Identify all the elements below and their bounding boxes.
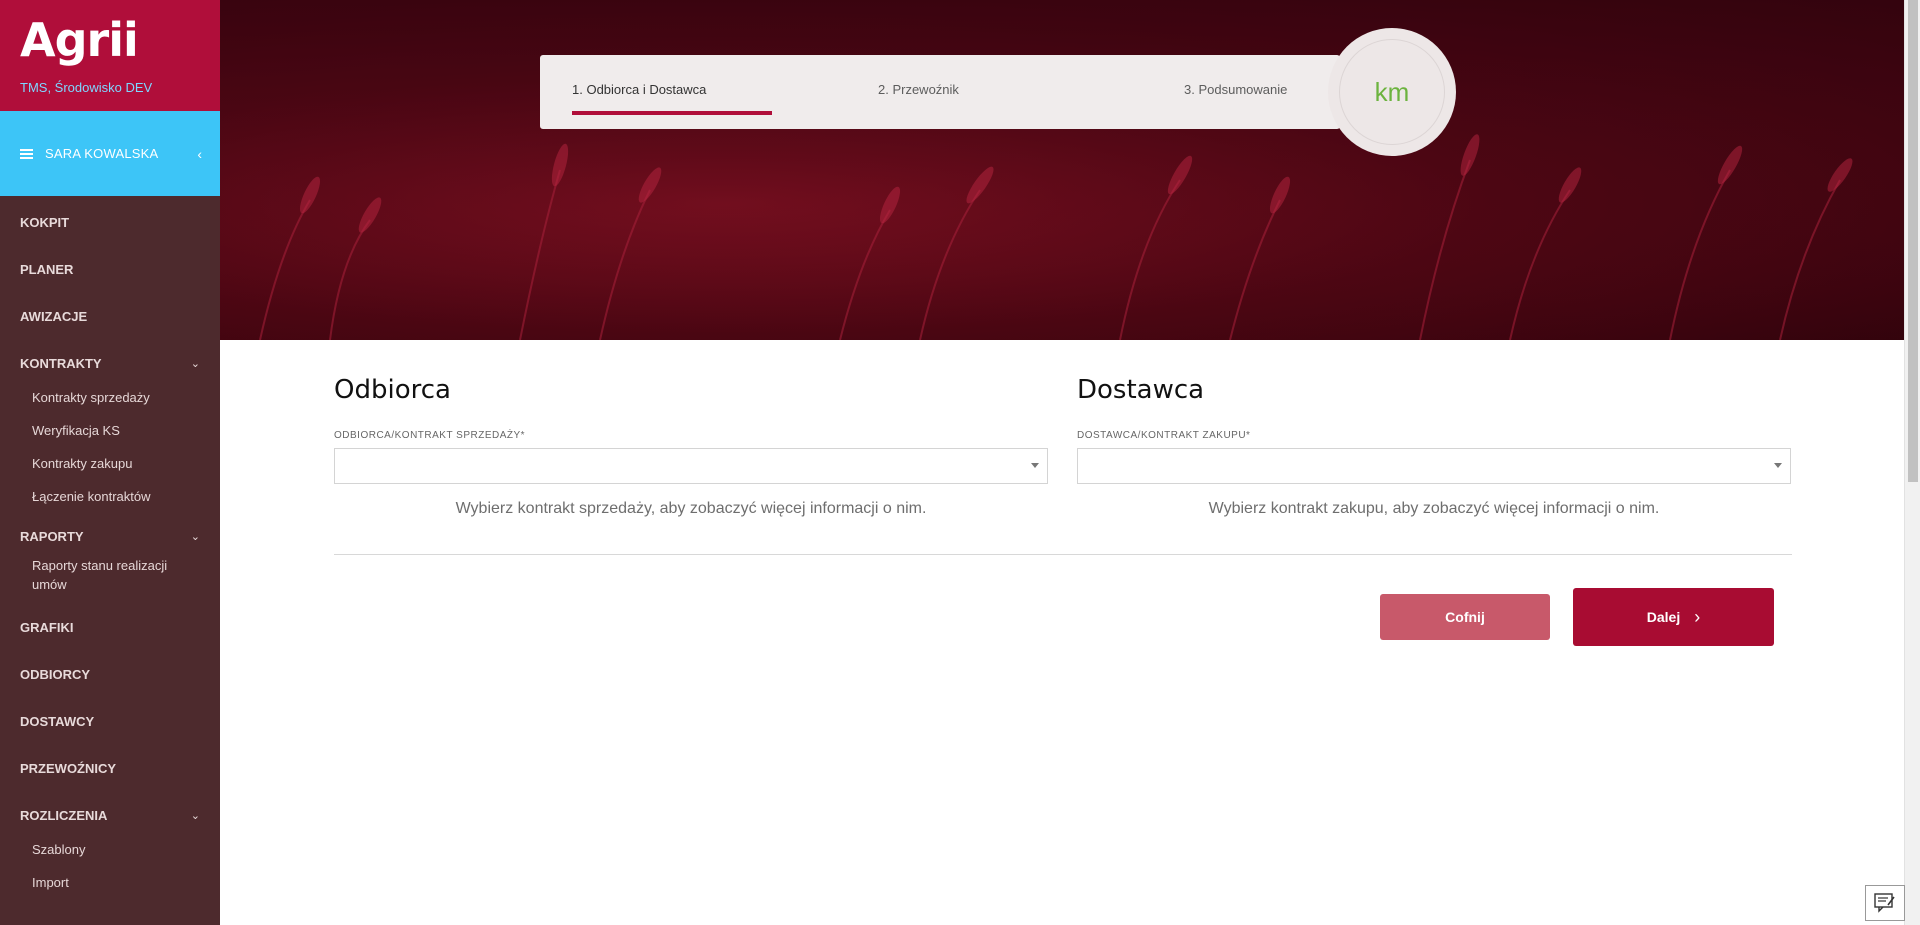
supplier-title: Dostawca <box>1077 375 1205 405</box>
sidebar-item-planer[interactable]: PLANER <box>0 246 220 293</box>
chevron-down-icon <box>1031 463 1039 468</box>
sidebar-item-dostawcy[interactable]: DOSTAWCY <box>0 698 220 745</box>
sidebar-subitem-szablony[interactable]: Szablony <box>0 833 220 866</box>
sidebar-item-raporty[interactable]: RAPORTY ⌄ <box>0 513 220 560</box>
page-scrollbar[interactable] <box>1904 0 1920 925</box>
sidebar-subitem-kontrakty-sprzedazy[interactable]: Kontrakty sprzedaży <box>0 381 220 414</box>
wizard-stepper: 1. Odbiorca i Dostawca 2. Przewoźnik 3. … <box>540 55 1340 129</box>
sidebar-item-label: KOKPIT <box>20 215 70 230</box>
sidebar-subitem-raporty-stanu[interactable]: Raporty stanu realizacji umów <box>0 554 220 604</box>
sidebar-item-label: RAPORTY <box>20 529 84 544</box>
user-name: SARA KOWALSKA <box>45 146 159 161</box>
sidebar-item-odbiorcy[interactable]: ODBIORCY <box>0 651 220 698</box>
menu-icon[interactable] <box>20 148 33 159</box>
chevron-down-icon: ⌄ <box>190 531 200 543</box>
supplier-hint: Wybierz kontrakt zakupu, aby zobaczyć wi… <box>1208 500 1660 517</box>
main-content: Odbiorca ODBIORCA/KONTRAKT SPRZEDAŻY* Wy… <box>220 340 1904 925</box>
chevron-down-icon <box>1774 463 1782 468</box>
active-step-indicator <box>572 111 772 115</box>
sidebar-nav: KOKPIT PLANER AWIZACJE KONTRAKTY ⌄ Kontra… <box>0 196 220 899</box>
step-carrier[interactable]: 2. Przewoźnik <box>878 82 959 97</box>
scrollbar-thumb[interactable] <box>1908 0 1918 482</box>
brand-header: Agrii TMS, Środowisko DEV <box>0 0 220 111</box>
next-button-label: Dalej <box>1646 609 1681 625</box>
form-divider <box>334 554 1792 555</box>
sidebar-item-label: AWIZACJE <box>20 309 88 324</box>
distance-badge: km <box>1328 28 1456 156</box>
back-button[interactable]: Cofnij <box>1380 594 1550 640</box>
feedback-button[interactable] <box>1865 885 1905 921</box>
sidebar-item-grafiki[interactable]: GRAFIKI <box>0 604 220 651</box>
sidebar-item-label: ODBIORCY <box>20 667 91 682</box>
sidebar-item-label: PLANER <box>20 262 74 277</box>
supplier-field-label: DOSTAWCA/KONTRAKT ZAKUPU* <box>1077 430 1251 441</box>
sidebar-subitem-weryfikacja-ks[interactable]: Weryfikacja KS <box>0 414 220 447</box>
sidebar-subitem-import[interactable]: Import <box>0 866 220 899</box>
agrii-logo[interactable]: Agrii <box>20 16 200 64</box>
step-summary[interactable]: 3. Podsumowanie <box>1184 82 1287 97</box>
recipient-field-label: ODBIORCA/KONTRAKT SPRZEDAŻY* <box>334 430 526 441</box>
sidebar-subitem-laczenie-kontraktow[interactable]: Łączenie kontraktów <box>0 480 220 513</box>
recipient-hint: Wybierz kontrakt sprzedaży, aby zobaczyć… <box>455 500 927 517</box>
recipient-contract-select[interactable] <box>334 448 1048 484</box>
environment-label: TMS, Środowisko DEV <box>20 80 153 95</box>
chevron-right-icon: › <box>1694 606 1701 627</box>
step-recipient-supplier[interactable]: 1. Odbiorca i Dostawca <box>572 82 706 97</box>
back-button-label: Cofnij <box>1445 609 1485 625</box>
sidebar-item-label: DOSTAWCY <box>20 714 95 729</box>
chevron-down-icon: ⌄ <box>190 358 200 370</box>
wheat-field-background <box>220 0 1904 340</box>
sidebar-item-label: ROZLICZENIA <box>20 808 108 823</box>
recipient-section: Odbiorca ODBIORCA/KONTRAKT SPRZEDAŻY* Wy… <box>334 375 1048 518</box>
user-bar[interactable]: SARA KOWALSKA ‹ <box>0 111 220 196</box>
feedback-icon <box>1874 893 1895 913</box>
sidebar-item-rozliczenia[interactable]: ROZLICZENIA ⌄ <box>0 792 220 839</box>
distance-unit: km <box>1339 39 1445 145</box>
app: Agrii TMS, Środowisko DEV SARA KOWALSKA … <box>0 0 1920 925</box>
sidebar-item-kokpit[interactable]: KOKPIT <box>0 199 220 246</box>
collapse-sidebar-icon[interactable]: ‹ <box>197 146 202 162</box>
next-button[interactable]: Dalej › <box>1573 588 1774 646</box>
sidebar-item-przewoznicy[interactable]: PRZEWOŹNICY <box>0 745 220 792</box>
sidebar-item-kontrakty[interactable]: KONTRAKTY ⌄ <box>0 340 220 387</box>
recipient-title: Odbiorca <box>334 375 451 405</box>
hero-banner: 1. Odbiorca i Dostawca 2. Przewoźnik 3. … <box>220 0 1904 340</box>
sidebar-item-label: GRAFIKI <box>20 620 74 635</box>
sidebar-item-awizacje[interactable]: AWIZACJE <box>0 293 220 340</box>
sidebar-item-label: PRZEWOŹNICY <box>20 761 117 776</box>
supplier-section: Dostawca DOSTAWCA/KONTRAKT ZAKUPU* Wybie… <box>1077 375 1791 518</box>
chevron-down-icon: ⌄ <box>190 810 200 822</box>
sidebar-subitem-kontrakty-zakupu[interactable]: Kontrakty zakupu <box>0 447 220 480</box>
sidebar-item-label: KONTRAKTY <box>20 356 102 371</box>
supplier-contract-select[interactable] <box>1077 448 1791 484</box>
sidebar: Agrii TMS, Środowisko DEV SARA KOWALSKA … <box>0 0 220 925</box>
